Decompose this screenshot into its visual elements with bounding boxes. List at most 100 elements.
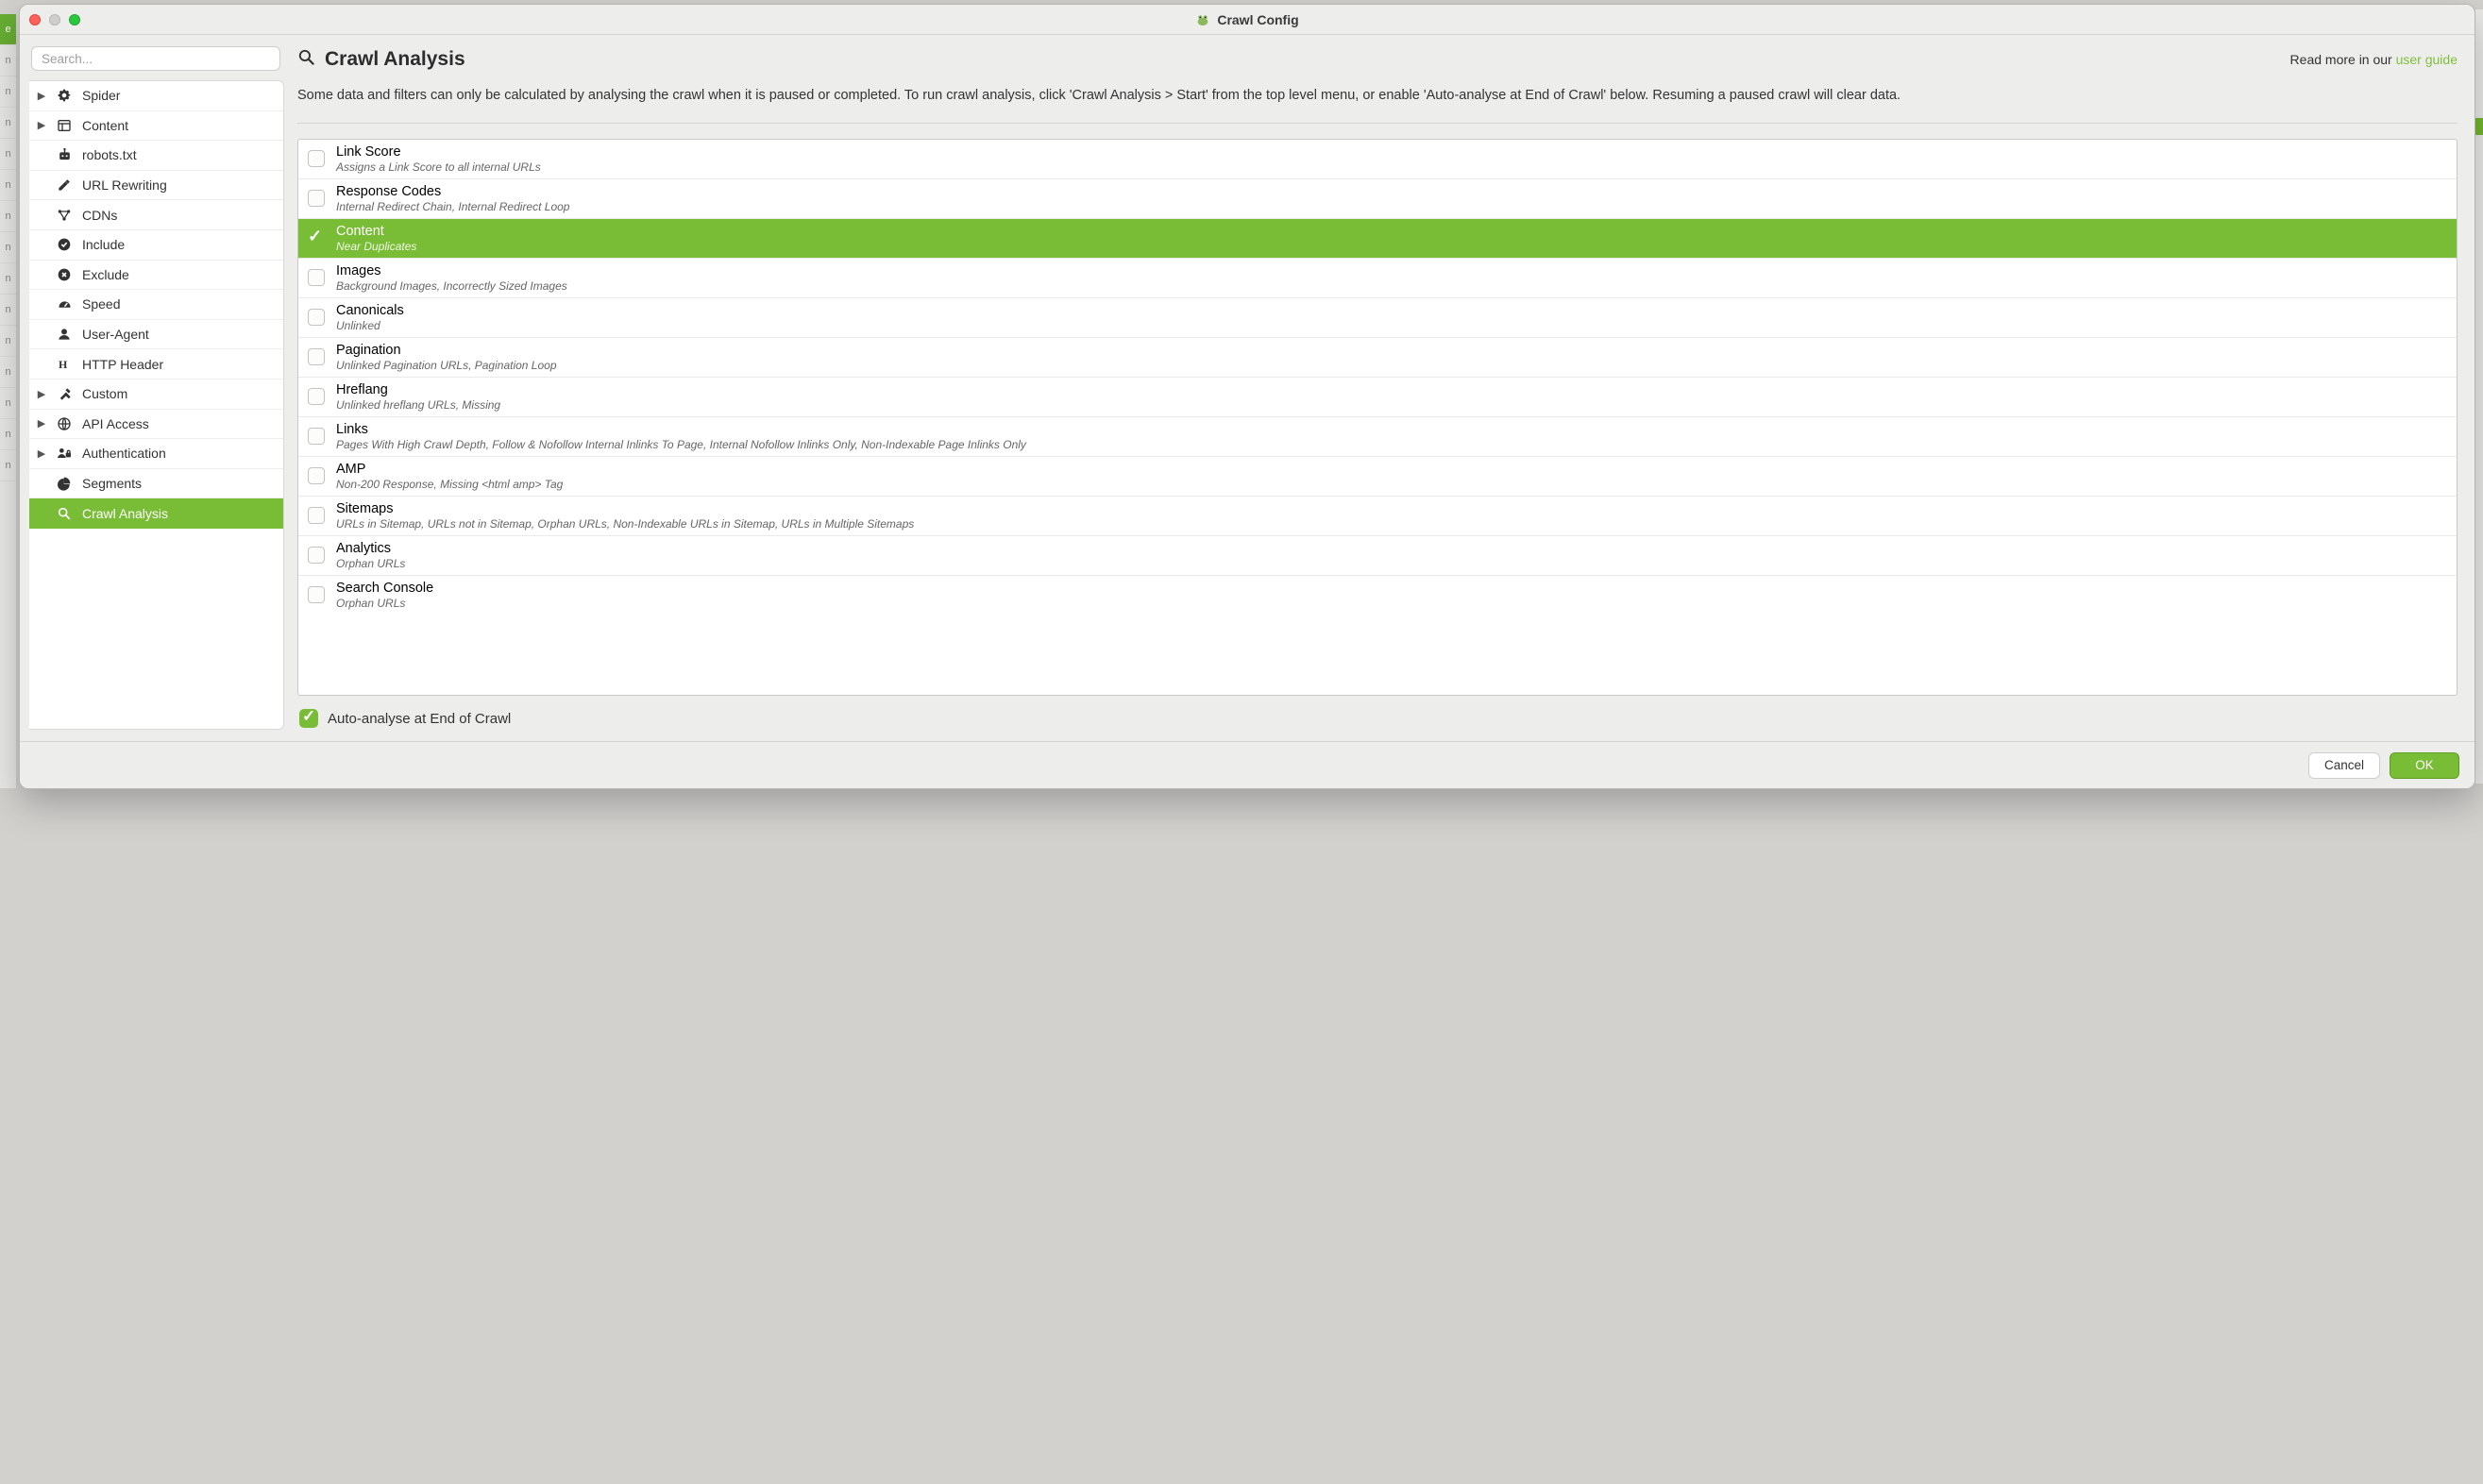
sidebar: ▶Spider▶Contentrobots.txtURL RewritingCD… [20,35,290,741]
analysis-item-label: Images [336,263,567,278]
user-icon [56,326,73,343]
analysis-checkbox[interactable] [308,190,325,207]
sidebar-item-label: HTTP Header [82,357,163,372]
ok-button[interactable]: OK [2390,752,2459,779]
analysis-item-label: Search Console [336,581,433,596]
analysis-list: Link ScoreAssigns a Link Score to all in… [297,139,2458,696]
sidebar-item-robots-txt[interactable]: robots.txt [29,141,283,171]
sidebar-item-url-rewriting[interactable]: URL Rewriting [29,171,283,201]
auto-analyse-checkbox[interactable] [299,709,318,728]
analysis-checkbox[interactable] [308,586,325,603]
analysis-item-label: Canonicals [336,303,404,318]
analysis-item-response-codes[interactable]: Response CodesInternal Redirect Chain, I… [298,179,2457,219]
auto-analyse-row[interactable]: Auto-analyse at End of Crawl [299,709,2458,728]
sidebar-item-speed[interactable]: Speed [29,290,283,320]
sidebar-item-cdns[interactable]: CDNs [29,200,283,230]
analysis-item-sub: Orphan URLs [336,557,405,570]
background-right-strip [2475,9,2483,784]
analysis-checkbox[interactable] [308,507,325,524]
sidebar-item-label: Content [82,118,128,133]
analysis-checkbox[interactable] [308,269,325,286]
user-guide-link[interactable]: user guide [2396,52,2458,67]
dialog-footer: Cancel OK [20,741,2475,788]
analysis-checkbox[interactable] [308,229,325,246]
sidebar-nav: ▶Spider▶Contentrobots.txtURL RewritingCD… [29,80,284,730]
sidebar-item-label: Segments [82,476,142,491]
page-title: Crawl Analysis [325,48,465,71]
cancel-button[interactable]: Cancel [2308,752,2380,779]
expand-arrow-icon[interactable]: ▶ [37,388,46,400]
sidebar-item-authentication[interactable]: ▶Authentication [29,439,283,469]
readmore-text: Read more in our user guide [2290,52,2458,67]
sidebar-item-content[interactable]: ▶ Content [29,111,283,142]
analysis-checkbox[interactable] [308,428,325,445]
analysis-item-search-console[interactable]: Search ConsoleOrphan URLs [298,576,2457,616]
analysis-item-content[interactable]: ContentNear Duplicates [298,219,2457,259]
tools-icon [56,385,73,402]
analysis-checkbox[interactable] [308,388,325,405]
sidebar-item-include[interactable]: Include [29,230,283,261]
pie-icon [56,475,73,492]
analysis-item-sub: Orphan URLs [336,597,433,610]
analysis-item-sub: Non-200 Response, Missing <html amp> Tag [336,478,563,491]
sidebar-item-user-agent[interactable]: User-Agent [29,320,283,350]
search-icon [297,48,315,71]
divider [297,123,2458,124]
sidebar-item-label: Exclude [82,267,129,282]
sidebar-item-api-access[interactable]: ▶ API Access [29,410,283,440]
analysis-item-sub: Unlinked hreflang URLs, Missing [336,398,500,412]
sidebar-item-segments[interactable]: Segments [29,469,283,499]
description-text: Some data and filters can only be calcul… [297,86,2458,106]
gauge-icon [56,295,73,312]
expand-arrow-icon[interactable]: ▶ [37,119,46,131]
analysis-item-analytics[interactable]: AnalyticsOrphan URLs [298,536,2457,576]
analysis-checkbox[interactable] [308,467,325,484]
sidebar-item-exclude[interactable]: Exclude [29,261,283,291]
sidebar-item-custom[interactable]: ▶ Custom [29,379,283,410]
check-circle-icon [56,236,73,253]
analysis-checkbox[interactable] [308,150,325,167]
analysis-checkbox[interactable] [308,348,325,365]
sidebar-item-label: Custom [82,386,127,401]
analysis-checkbox[interactable] [308,547,325,564]
sidebar-item-label: CDNs [82,208,117,223]
expand-arrow-icon[interactable]: ▶ [37,90,46,102]
window-title: Crawl Config [1217,12,1298,27]
gear-icon [56,87,73,104]
analysis-item-hreflang[interactable]: HreflangUnlinked hreflang URLs, Missing [298,378,2457,417]
svg-text:H: H [59,358,68,371]
analysis-item-label: Content [336,224,416,239]
main-panel: Crawl Analysis Read more in our user gui… [290,35,2475,741]
analysis-item-links[interactable]: LinksPages With High Crawl Depth, Follow… [298,417,2457,457]
analysis-item-sitemaps[interactable]: SitemapsURLs in Sitemap, URLs not in Sit… [298,497,2457,536]
background-row-gutter: e nnnn nnnn nnnn nn [0,14,17,788]
sidebar-item-label: Crawl Analysis [82,506,168,521]
analysis-item-sub: Background Images, Incorrectly Sized Ima… [336,279,567,293]
analysis-item-sub: Pages With High Crawl Depth, Follow & No… [336,438,1026,451]
analysis-checkbox[interactable] [308,309,325,326]
analysis-item-sub: Near Duplicates [336,240,416,253]
analysis-item-label: Hreflang [336,382,500,397]
sidebar-item-label: Include [82,237,125,252]
analysis-item-label: Pagination [336,343,557,358]
minimize-button[interactable] [49,14,60,25]
analysis-item-canonicals[interactable]: CanonicalsUnlinked [298,298,2457,338]
config-window: Crawl Config ▶Spider▶Contentrobots.txtUR… [19,4,2475,789]
analysis-item-amp[interactable]: AMPNon-200 Response, Missing <html amp> … [298,457,2457,497]
search-input[interactable] [31,46,280,71]
sidebar-item-spider[interactable]: ▶Spider [29,81,283,111]
close-button[interactable] [29,14,41,25]
x-circle-icon [56,266,73,283]
analysis-item-sub: Internal Redirect Chain, Internal Redire… [336,200,569,213]
analysis-item-label: Link Score [336,144,541,160]
sidebar-item-label: API Access [82,416,149,431]
expand-arrow-icon[interactable]: ▶ [37,417,46,430]
analysis-item-link-score[interactable]: Link ScoreAssigns a Link Score to all in… [298,140,2457,179]
sidebar-item-crawl-analysis[interactable]: Crawl Analysis [29,498,283,529]
zoom-button[interactable] [69,14,80,25]
expand-arrow-icon[interactable]: ▶ [37,447,46,460]
analysis-item-sub: Unlinked [336,319,404,332]
analysis-item-images[interactable]: ImagesBackground Images, Incorrectly Siz… [298,259,2457,298]
analysis-item-pagination[interactable]: PaginationUnlinked Pagination URLs, Pagi… [298,338,2457,378]
sidebar-item-http-header[interactable]: H HTTP Header [29,349,283,379]
